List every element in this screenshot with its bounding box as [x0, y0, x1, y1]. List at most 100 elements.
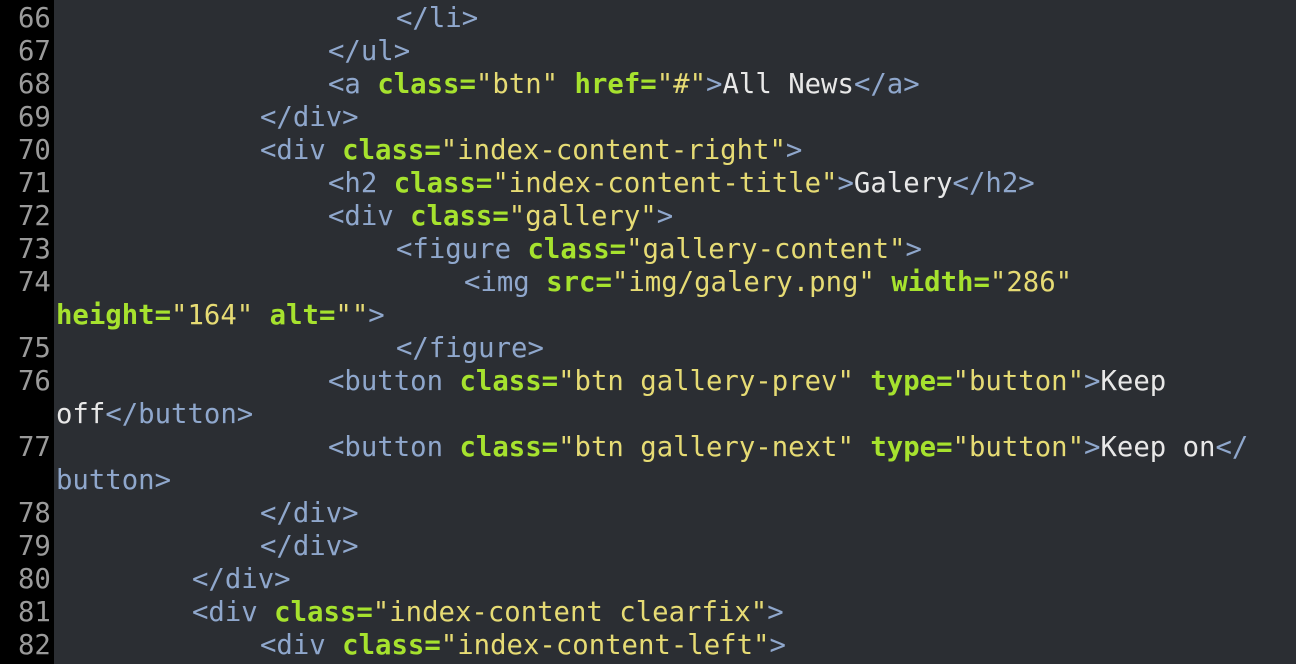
token-tag: >	[767, 597, 784, 628]
token-attr: type=	[870, 432, 953, 463]
token-tag: <a	[328, 69, 378, 100]
line-code: <div class="index-content-left">	[260, 629, 786, 662]
token-tag: <figure	[396, 234, 528, 265]
code-line[interactable]: 69 </div>	[0, 101, 1296, 134]
token-tag: <button	[328, 366, 460, 397]
code-line[interactable]: 68 <a class="btn" href="#">All News</a>	[0, 68, 1296, 101]
token-tag: </button>	[105, 399, 254, 430]
code-line-wrap[interactable]: height="164" alt="">	[0, 299, 1296, 332]
token-tag: </li>	[396, 3, 479, 34]
token-tag: >	[656, 201, 674, 232]
code-line[interactable]: 76 <button class="btn gallery-prev" type=…	[0, 365, 1296, 398]
line-code: <div class="index-content clearfix">	[192, 596, 784, 629]
token-attr: class=	[342, 135, 441, 166]
token-tag: </figure>	[396, 333, 544, 364]
code-editor[interactable]: 66 </li> 67 </ul> 68 <a class="btn" href="#">…	[0, 0, 1296, 664]
line-number: 81	[18, 597, 51, 628]
code-line[interactable]: 67 </ul>	[0, 35, 1296, 68]
line-code: </div>	[192, 563, 291, 596]
line-number: 76	[18, 366, 51, 397]
code-line[interactable]: 82 <div class="index-content-left">	[0, 629, 1296, 662]
line-number: 79	[18, 531, 51, 562]
token-tag: </a>	[853, 69, 920, 100]
code-line[interactable]: 73 <figure class="gallery-content">	[0, 233, 1296, 266]
line-number: 68	[18, 69, 51, 100]
token-tag: <div	[260, 135, 343, 166]
line-number: 70	[18, 135, 51, 166]
token-tag: </div>	[260, 531, 359, 562]
line-code: </div>	[260, 101, 359, 134]
token-tag: >	[905, 234, 922, 265]
code-line[interactable]: 80 </div>	[0, 563, 1296, 596]
code-line[interactable]: 70 <div class="index-content-right">	[0, 134, 1296, 167]
token-txt: off	[56, 399, 106, 430]
line-code: off</button>	[56, 398, 253, 431]
token-attr: href=	[574, 69, 657, 100]
token-tag: <button	[328, 432, 460, 463]
line-code: <button class="btn gallery-prev" type="b…	[328, 365, 1166, 398]
token-str: "btn"	[475, 69, 559, 100]
token-str: "img/galery.png"	[611, 267, 875, 298]
token-attr: class=	[527, 234, 627, 265]
code-line-wrap[interactable]: button>	[0, 464, 1296, 497]
code-line[interactable]: 74 <img src="img/galery.png" width="286"	[0, 266, 1296, 299]
token-attr: class=	[459, 366, 559, 397]
code-line[interactable]: 75 </figure>	[0, 332, 1296, 365]
token-attr: class=	[410, 201, 509, 232]
token-attr: type=	[870, 366, 953, 397]
line-code: </div>	[260, 497, 359, 530]
line-number: 78	[18, 498, 51, 529]
code-line-wrap[interactable]: off</button>	[0, 398, 1296, 431]
token-tag: >	[785, 135, 803, 166]
line-code: <figure class="gallery-content">	[396, 233, 922, 266]
token-attr: src=	[546, 267, 612, 298]
token-txt: Keep	[1100, 366, 1167, 397]
token-txt: All News	[722, 69, 854, 100]
token-str: "button"	[952, 432, 1085, 463]
code-line[interactable]: 81 <div class="index-content clearfix">	[0, 596, 1296, 629]
token-tag: >	[1084, 366, 1101, 397]
token-tag: >	[769, 630, 786, 661]
line-number: 66	[18, 3, 51, 34]
code-line[interactable]: 78 </div>	[0, 497, 1296, 530]
code-line[interactable]: 77 <button class="btn gallery-next" type=…	[0, 431, 1296, 464]
line-code: <div class="gallery">	[328, 200, 673, 233]
token-tag: <div	[328, 201, 411, 232]
line-code: </ul>	[328, 35, 410, 68]
line-number: 71	[18, 168, 51, 199]
token-txt: Keep on	[1100, 432, 1216, 463]
token-tag: >	[837, 168, 854, 199]
line-code: height="164" alt="">	[56, 299, 385, 332]
line-number: 74	[18, 267, 51, 298]
token-tag: </div>	[192, 564, 291, 595]
token-str: "index-content clearfix"	[372, 597, 768, 628]
line-number: 67	[18, 36, 51, 67]
code-line[interactable]: 72 <div class="gallery">	[0, 200, 1296, 233]
token-attr: height=	[56, 300, 172, 331]
token-tag: >	[368, 300, 385, 331]
line-code: <div class="index-content-right">	[260, 134, 802, 167]
token-str: "index-content-left"	[440, 630, 770, 661]
token-attr: width=	[891, 267, 990, 298]
line-code: <button class="btn gallery-next" type="b…	[328, 431, 1248, 464]
code-line[interactable]: 79 </div>	[0, 530, 1296, 563]
token-txt: Galery	[853, 168, 953, 199]
token-tag: </h2>	[952, 168, 1035, 199]
line-number: 77	[18, 432, 51, 463]
token-str: "gallery"	[508, 201, 657, 232]
token-str: "286"	[989, 267, 1073, 298]
token-tag: <div	[192, 597, 275, 628]
code-line[interactable]: 71 <h2 class="index-content-title">Galery…	[0, 167, 1296, 200]
line-number: 80	[18, 564, 51, 595]
token-tag: </div>	[260, 498, 359, 529]
token-tag: >	[706, 69, 723, 100]
code-line[interactable]: 66 </li>	[0, 2, 1296, 35]
token-attr: class=	[377, 69, 476, 100]
token-str: "btn gallery-next"	[558, 432, 854, 463]
token-str: "button"	[952, 366, 1085, 397]
